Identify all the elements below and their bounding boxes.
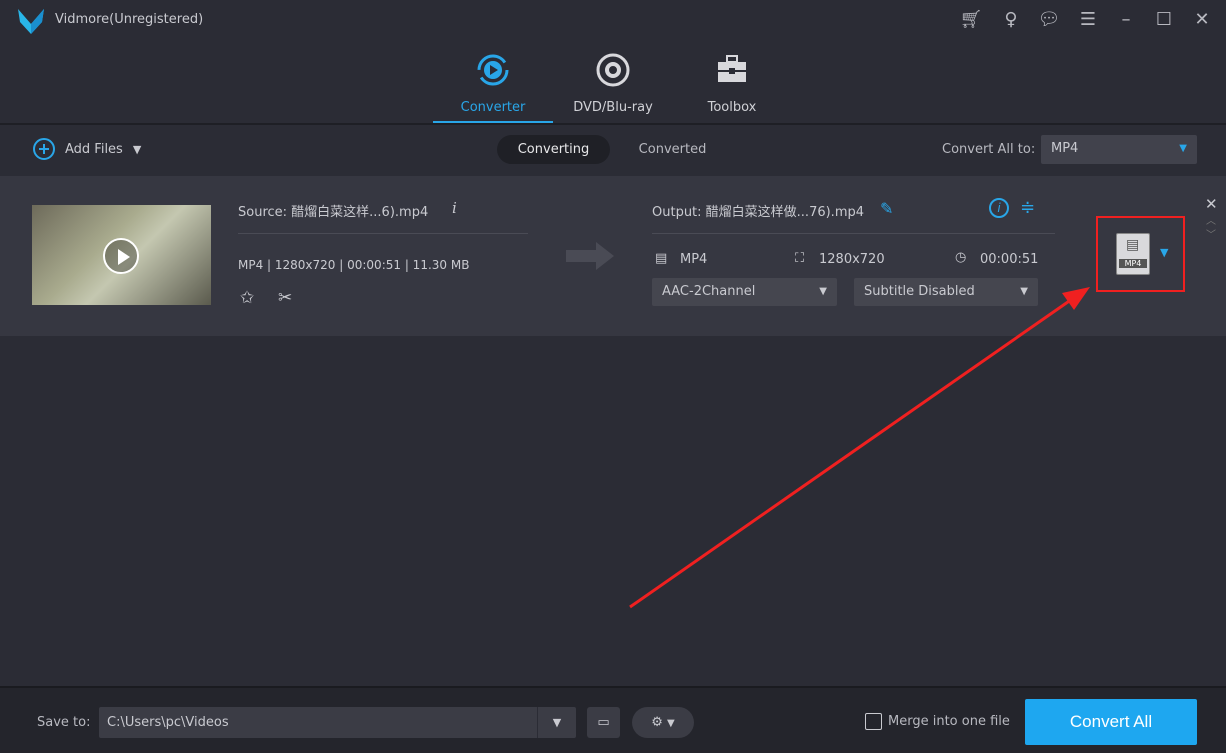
arrow-right-icon xyxy=(566,242,614,270)
save-path-dropdown[interactable]: ▼ xyxy=(537,707,576,738)
toolbox-icon xyxy=(718,55,746,82)
audio-value: AAC-2Channel xyxy=(662,284,756,299)
source-filename: Source: 醋熘白菜这样...6).mp4 xyxy=(238,205,429,220)
output-filename: Output: 醋熘白菜这样做...76).mp4 xyxy=(652,205,864,220)
convert-all-to-label: Convert All to: xyxy=(942,142,1036,157)
tab-converter[interactable]: Converter xyxy=(433,52,553,115)
cart-icon[interactable]: 🛒︎ xyxy=(959,9,983,31)
gear-icon: ⚙ xyxy=(651,715,663,730)
add-files-button[interactable]: Add Files ▼ xyxy=(33,138,141,160)
info-icon[interactable]: i xyxy=(452,199,457,217)
output-duration: 00:00:51 xyxy=(980,252,1039,267)
tab-dvd-bluray[interactable]: DVD/Blu-ray xyxy=(553,52,673,115)
chevron-down-icon: ▼ xyxy=(819,286,827,297)
play-icon[interactable] xyxy=(103,238,139,274)
clock-icon: ◷ xyxy=(955,250,967,265)
merge-checkbox[interactable] xyxy=(865,713,882,730)
source-meta: MP4 | 1280x720 | 00:00:51 | 11.30 MB xyxy=(238,258,470,272)
chevron-down-icon: ▼ xyxy=(1020,286,1028,297)
add-files-label: Add Files xyxy=(65,141,123,157)
disc-icon xyxy=(596,53,630,87)
move-up-icon[interactable]: ︿ xyxy=(1206,212,1216,227)
feedback-icon[interactable]: 💬︎ xyxy=(1037,9,1061,31)
edit-icon[interactable]: ✎ xyxy=(880,199,893,218)
format-value: MP4 xyxy=(1051,141,1079,156)
save-path-value: C:\Users\pc\Videos xyxy=(107,715,229,730)
subtitle-value: Subtitle Disabled xyxy=(864,284,975,299)
tab-converted[interactable]: Converted xyxy=(625,135,720,164)
divider xyxy=(652,233,1055,234)
format-badge: MP4 xyxy=(1119,259,1147,268)
tab-toolbox[interactable]: Toolbox xyxy=(672,52,792,115)
convert-all-button[interactable]: Convert All xyxy=(1025,699,1197,745)
convert-all-format-select[interactable]: MP4 ▼ xyxy=(1041,135,1197,164)
app-title: Vidmore(Unregistered) xyxy=(55,12,204,27)
chevron-down-icon[interactable]: ▼ xyxy=(133,143,141,156)
info-circle-icon[interactable]: i xyxy=(989,198,1009,218)
settings-button[interactable]: ⚙ ▼ xyxy=(632,707,694,738)
key-icon[interactable]: ♀ xyxy=(999,9,1023,31)
format-dropdown-icon[interactable]: ▼ xyxy=(1160,246,1168,259)
resolution-icon: ⛶ xyxy=(795,251,805,266)
minimize-icon[interactable]: – xyxy=(1114,9,1138,31)
chevron-down-icon: ▼ xyxy=(667,718,675,729)
scissors-icon[interactable]: ✂ xyxy=(278,288,292,308)
film-icon: ▤ xyxy=(1126,237,1140,253)
remove-item-icon[interactable]: ✕ xyxy=(1205,195,1218,213)
close-icon[interactable]: ✕ xyxy=(1190,9,1214,31)
plus-circle-icon xyxy=(33,138,55,160)
film-icon: ▤ xyxy=(655,251,668,266)
output-format: MP4 xyxy=(680,252,708,267)
save-to-label: Save to: xyxy=(37,715,91,730)
subtitle-select[interactable]: Subtitle Disabled ▼ xyxy=(854,278,1038,306)
converter-icon xyxy=(477,54,509,86)
audio-track-select[interactable]: AAC-2Channel ▼ xyxy=(652,278,837,306)
output-format-button[interactable]: ▤ MP4 xyxy=(1116,233,1150,275)
divider xyxy=(0,123,1226,125)
merge-label: Merge into one file xyxy=(888,714,1010,729)
open-folder-icon[interactable]: ▭ xyxy=(587,707,620,738)
enhance-icon[interactable]: ✩ xyxy=(240,288,254,308)
maximize-icon[interactable]: ☐ xyxy=(1152,9,1176,31)
tab-converting[interactable]: Converting xyxy=(497,135,610,164)
compress-icon[interactable]: ≑ xyxy=(1020,197,1035,218)
vidmore-logo xyxy=(18,9,44,34)
output-resolution: 1280x720 xyxy=(819,252,885,267)
save-path-input[interactable]: C:\Users\pc\Videos xyxy=(99,707,576,738)
divider xyxy=(238,233,528,234)
chevron-down-icon: ▼ xyxy=(1179,143,1187,154)
menu-icon[interactable]: ☰ xyxy=(1076,9,1100,31)
move-down-icon[interactable]: ﹀ xyxy=(1206,226,1216,241)
